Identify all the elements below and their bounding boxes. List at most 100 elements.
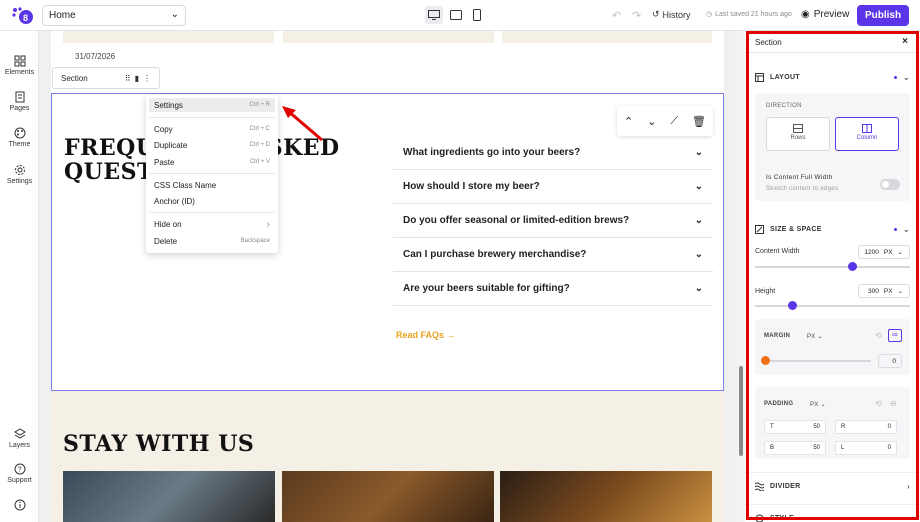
padding-unit: PX [810, 402, 819, 408]
grid-icon [14, 55, 25, 67]
faq-item[interactable]: Can I purchase brewery merchandise? ⌄ [393, 238, 713, 272]
menu-item-label: Settings [154, 100, 183, 110]
history-button[interactable]: ↺ History [652, 9, 691, 20]
chevron-right-icon: › [907, 482, 910, 491]
divider-accordion[interactable]: DIVIDER › [745, 472, 920, 500]
eye-icon: ◉ [801, 9, 810, 20]
slider-knob[interactable] [848, 262, 858, 271]
column-label: Column [856, 135, 878, 141]
menu-item-hide-on[interactable]: Hide on › [149, 217, 275, 231]
sidebar-item-theme[interactable]: Theme [0, 127, 39, 148]
svg-text:?: ? [17, 467, 21, 474]
svg-text:8: 8 [23, 13, 28, 23]
chevron-down-icon[interactable]: ⌄ [647, 115, 656, 128]
rows-icon [793, 124, 803, 133]
height-input[interactable]: 300 PX ⌄ [858, 284, 910, 298]
reset-icon[interactable]: ⟲ [875, 331, 882, 340]
menu-item-css-class[interactable]: CSS Class Name [149, 178, 275, 192]
sidebar-item-support[interactable]: ? Support [0, 463, 39, 484]
preview-button[interactable]: ◉ Preview [801, 9, 849, 20]
margin-value: 0 [892, 357, 896, 365]
layout-label: LAYOUT [770, 73, 800, 81]
more-icon[interactable]: ⋮ [143, 74, 151, 83]
menu-item-copy[interactable]: Copy Ctrl + C [149, 122, 275, 136]
slider-knob[interactable] [761, 356, 770, 365]
margin-unit-select[interactable]: PX ⌄ [807, 333, 823, 340]
menu-item-shortcut: Backspace [240, 238, 270, 244]
link-icon[interactable]: ∞ [888, 329, 902, 342]
sidebar-item-pages[interactable]: Pages [0, 91, 39, 112]
content-width-value: 1200 [864, 248, 879, 256]
mobile-icon[interactable] [468, 6, 486, 24]
slider-knob[interactable] [787, 301, 797, 310]
sidebar-item-layers[interactable]: Layers [0, 428, 39, 449]
trash-icon[interactable]: 🗑 [692, 115, 706, 128]
panel-header: Section × [745, 31, 920, 53]
close-icon[interactable]: × [902, 36, 908, 47]
direction-rows-button[interactable]: Rows [766, 117, 830, 151]
menu-item-settings[interactable]: Settings Ctrl + R [149, 98, 275, 112]
size-space-accordion[interactable]: SIZE & SPACE ⌄ [745, 215, 920, 243]
sidebar-item-settings[interactable]: Settings [0, 164, 39, 185]
padding-unit-select[interactable]: PX ⌄ [810, 401, 826, 408]
desktop-icon[interactable] [425, 6, 443, 24]
preview-label: Preview [813, 9, 850, 20]
menu-divider [149, 173, 275, 174]
menu-item-label: Delete [154, 236, 178, 246]
padding-value: 0 [887, 445, 891, 451]
reset-icon[interactable]: ⟲ [875, 399, 882, 408]
chevron-down-icon: ⌄ [902, 224, 910, 234]
scrollbar-thumb[interactable] [739, 366, 743, 456]
height-value: 300 [868, 287, 879, 295]
faq-item[interactable]: How should I store my beer? ⌄ [393, 170, 713, 204]
padding-left-input[interactable]: L0 [835, 441, 897, 455]
faq-item[interactable]: What ingredients go into your beers? ⌄ [393, 136, 713, 170]
margin-slider[interactable] [761, 356, 871, 365]
unlink-icon[interactable]: ⊖ [890, 399, 897, 408]
menu-item-shortcut: Ctrl + R [249, 102, 270, 108]
sidebar-item-elements[interactable]: Elements [0, 55, 39, 76]
faq-question: Can I purchase brewery merchandise? [403, 249, 587, 260]
trash-icon[interactable]: ▮ [135, 74, 139, 83]
padding-top-input[interactable]: T 50 [764, 420, 826, 434]
sidebar-item-info[interactable] [0, 499, 39, 513]
style-accordion[interactable]: STYLE [745, 504, 920, 522]
menu-item-paste[interactable]: Paste Ctrl + V [149, 155, 275, 169]
full-width-hint: Stretch content to edges [766, 186, 839, 192]
menu-item-anchor[interactable]: Anchor (ID) [149, 194, 275, 208]
read-faqs-link[interactable]: Read FAQs → [396, 330, 456, 340]
layout-accordion[interactable]: LAYOUT ⌄ [745, 63, 920, 91]
faq-item[interactable]: Are your beers suitable for gifting? ⌄ [393, 272, 713, 306]
undo-icon[interactable]: ↶ [612, 9, 621, 22]
content-width-slider[interactable] [755, 262, 910, 271]
chevron-up-icon[interactable]: ⌃ [624, 115, 633, 128]
tablet-icon[interactable] [447, 6, 465, 24]
chevron-down-icon: ⌄ [902, 72, 910, 82]
height-slider[interactable] [755, 301, 910, 310]
redo-icon[interactable]: ↷ [632, 9, 641, 22]
padding-right-input[interactable]: R0 [835, 420, 897, 434]
menu-item-delete[interactable]: Delete Backspace [149, 234, 275, 248]
content-width-input[interactable]: 1200 PX ⌄ [858, 245, 910, 259]
post-date: 31/07/2026 [75, 52, 116, 61]
rows-label: Rows [790, 135, 806, 141]
direction-column-button[interactable]: Column [835, 117, 899, 151]
full-width-toggle[interactable] [880, 179, 900, 190]
faq-item[interactable]: Do you offer seasonal or limited-edition… [393, 204, 713, 238]
margin-input[interactable]: 0 [878, 354, 902, 368]
magic-wand-icon[interactable]: ⟋ [670, 115, 678, 128]
gear-icon [14, 165, 25, 175]
padding-bottom-input[interactable]: B 50 [764, 441, 826, 455]
stay-title: STAY WITH US [63, 431, 255, 457]
logo-icon[interactable]: 8 [11, 6, 33, 26]
publish-button[interactable]: Publish [857, 5, 909, 26]
photo-bottles [63, 471, 275, 522]
section-tag[interactable]: Section ⠿ ▮ ⋮ [52, 67, 160, 89]
page-select[interactable]: Home ⌄ [42, 5, 186, 26]
menu-item-label: Copy [154, 124, 173, 134]
menu-item-shortcut: Ctrl + V [249, 159, 270, 165]
menu-item-duplicate[interactable]: Duplicate Ctrl + D [149, 138, 275, 152]
divider-label: DIVIDER [770, 483, 801, 490]
chevron-down-icon: ⌄ [694, 283, 703, 294]
drag-handle-icon[interactable]: ⠿ [125, 74, 131, 83]
